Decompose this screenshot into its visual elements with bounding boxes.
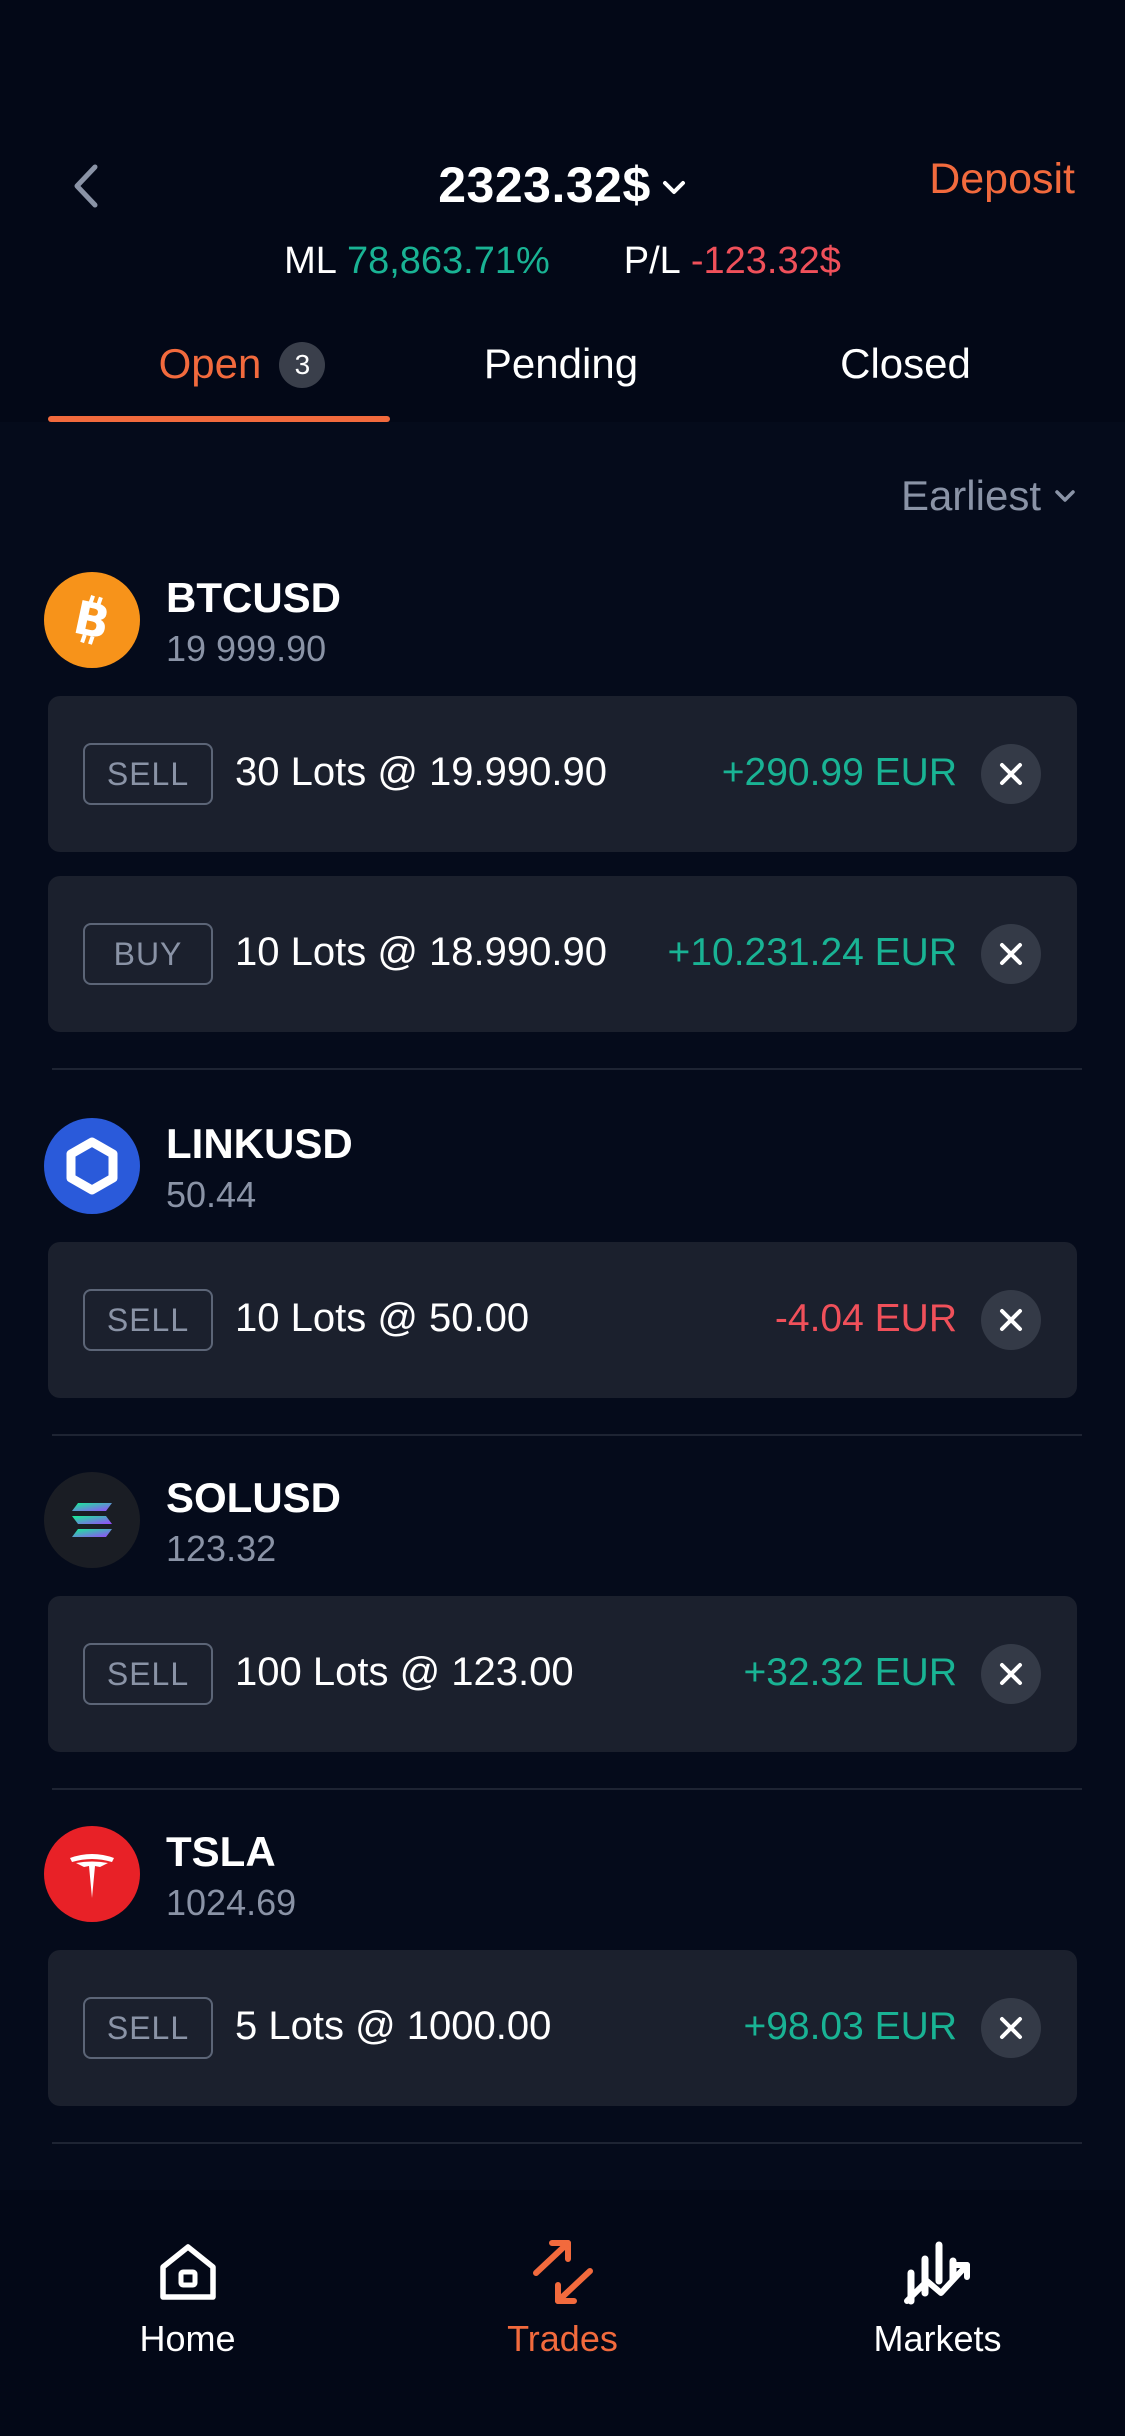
asset-header[interactable]: B BTCUSD 19 999.90 xyxy=(0,572,1125,672)
pl-value: -123.32$ xyxy=(690,240,841,282)
trade-type-badge: SELL xyxy=(83,1997,213,2059)
trade-profit-loss: +32.32 EUR xyxy=(743,1651,957,1694)
header: 2323.32$ Deposit ML 78,863.71% P/L -123.32… xyxy=(0,0,1125,422)
trade-description: 10 Lots @ 50.00 xyxy=(235,1296,530,1340)
nav-markets[interactable]: Markets xyxy=(750,2190,1125,2436)
trade-row[interactable]: SELL 30 Lots @ 19.990.90 +290.99 EUR xyxy=(48,696,1077,852)
tab-open-label: Open xyxy=(158,340,262,387)
close-icon xyxy=(1000,763,1022,785)
asset-symbol: BTCUSD xyxy=(166,574,341,621)
divider xyxy=(52,2142,1082,2144)
tab-open[interactable]: Open 3 xyxy=(0,330,436,422)
asset-price: 50.44 xyxy=(166,1174,257,1215)
trade-description: 5 Lots @ 1000.00 xyxy=(235,2004,552,2048)
bitcoin-icon: B xyxy=(44,572,140,668)
trade-type-badge: BUY xyxy=(83,923,213,985)
pl-label: P/L xyxy=(623,240,681,282)
asset-header[interactable]: SOLUSD 123.32 xyxy=(0,1472,1125,1572)
tab-pending[interactable]: Pending xyxy=(436,330,686,422)
close-icon xyxy=(1000,1309,1022,1331)
trade-tabs: Open 3 Pending Closed xyxy=(0,330,1125,422)
chevron-down-icon xyxy=(1055,490,1075,502)
tab-closed[interactable]: Closed xyxy=(686,330,1125,422)
trade-description: 10 Lots @ 18.990.90 xyxy=(235,930,607,974)
trade-profit-loss: +290.99 EUR xyxy=(721,751,957,794)
trades-icon xyxy=(528,2232,598,2312)
margin-level: ML 78,863.71% xyxy=(284,240,550,283)
asset-group-solusd: SOLUSD 123.32 SELL 100 Lots @ 123.00 +32… xyxy=(0,1472,1125,1776)
solana-icon xyxy=(44,1472,140,1568)
account-stats: ML 78,863.71% P/L -123.32$ xyxy=(0,240,1125,283)
divider xyxy=(52,1068,1082,1070)
sort-label: Earliest xyxy=(900,472,1041,519)
trade-row[interactable]: BUY 10 Lots @ 18.990.90 +10.231.24 EUR xyxy=(48,876,1077,1032)
chainlink-icon xyxy=(44,1118,140,1214)
trade-type-badge: SELL xyxy=(83,743,213,805)
asset-price: 123.32 xyxy=(166,1528,277,1569)
markets-icon xyxy=(903,2232,973,2312)
trade-profit-loss: -4.04 EUR xyxy=(774,1297,957,1340)
close-trade-button[interactable] xyxy=(981,744,1041,804)
ml-value: 78,863.71% xyxy=(346,240,550,282)
tab-pending-label: Pending xyxy=(483,340,639,387)
sort-dropdown[interactable]: Earliest xyxy=(901,472,1077,520)
asset-symbol: LINKUSD xyxy=(166,1120,353,1167)
nav-home[interactable]: Home xyxy=(0,2190,375,2436)
open-count-badge: 3 xyxy=(279,342,326,388)
trade-type-badge: SELL xyxy=(83,1643,213,1705)
asset-symbol: TSLA xyxy=(166,1828,276,1875)
tab-closed-label: Closed xyxy=(840,340,971,387)
tesla-icon xyxy=(44,1826,140,1922)
divider xyxy=(52,1788,1082,1790)
deposit-button[interactable]: Deposit xyxy=(929,155,1075,204)
nav-trades[interactable]: Trades xyxy=(375,2190,750,2436)
asset-price: 1024.69 xyxy=(166,1882,297,1923)
close-trade-button[interactable] xyxy=(981,1644,1041,1704)
trade-description: 30 Lots @ 19.990.90 xyxy=(235,750,607,794)
asset-header[interactable]: LINKUSD 50.44 xyxy=(0,1118,1125,1218)
close-icon xyxy=(1000,2017,1022,2039)
close-trade-button[interactable] xyxy=(981,1998,1041,2058)
account-balance: 2323.32$ xyxy=(438,157,651,213)
trade-profit-loss: +10.231.24 EUR xyxy=(667,931,957,974)
nav-trades-label: Trades xyxy=(507,2318,618,2359)
trade-row[interactable]: SELL 5 Lots @ 1000.00 +98.03 EUR xyxy=(48,1950,1077,2106)
asset-group-linkusd: LINKUSD 50.44 SELL 10 Lots @ 50.00 -4.04… xyxy=(0,1118,1125,1422)
asset-group-tsla: TSLA 1024.69 SELL 5 Lots @ 1000.00 +98.0… xyxy=(0,1826,1125,2130)
close-icon xyxy=(1000,943,1022,965)
asset-group-btcusd: B BTCUSD 19 999.90 SELL 30 Lots @ 19.990… xyxy=(0,572,1125,1056)
asset-header[interactable]: TSLA 1024.69 xyxy=(0,1826,1125,1926)
divider xyxy=(52,1434,1082,1436)
asset-symbol: SOLUSD xyxy=(166,1474,342,1521)
ml-label: ML xyxy=(284,240,337,282)
home-icon xyxy=(155,2232,221,2312)
trade-type-badge: SELL xyxy=(83,1289,213,1351)
close-trade-button[interactable] xyxy=(981,924,1041,984)
active-tab-indicator xyxy=(48,416,390,422)
bottom-navigation: Home Trades Markets xyxy=(0,2190,1125,2436)
nav-home-label: Home xyxy=(139,2318,236,2359)
close-icon xyxy=(1000,1663,1022,1685)
trade-description: 100 Lots @ 123.00 xyxy=(235,1650,574,1694)
trade-profit-loss: +98.03 EUR xyxy=(743,2005,957,2048)
trade-row[interactable]: SELL 100 Lots @ 123.00 +32.32 EUR xyxy=(48,1596,1077,1752)
trade-row[interactable]: SELL 10 Lots @ 50.00 -4.04 EUR xyxy=(48,1242,1077,1398)
profit-loss: P/L -123.32$ xyxy=(624,240,841,283)
asset-price: 19 999.90 xyxy=(166,628,327,669)
nav-markets-label: Markets xyxy=(873,2318,1002,2359)
close-trade-button[interactable] xyxy=(981,1290,1041,1350)
chevron-down-icon xyxy=(661,179,687,197)
